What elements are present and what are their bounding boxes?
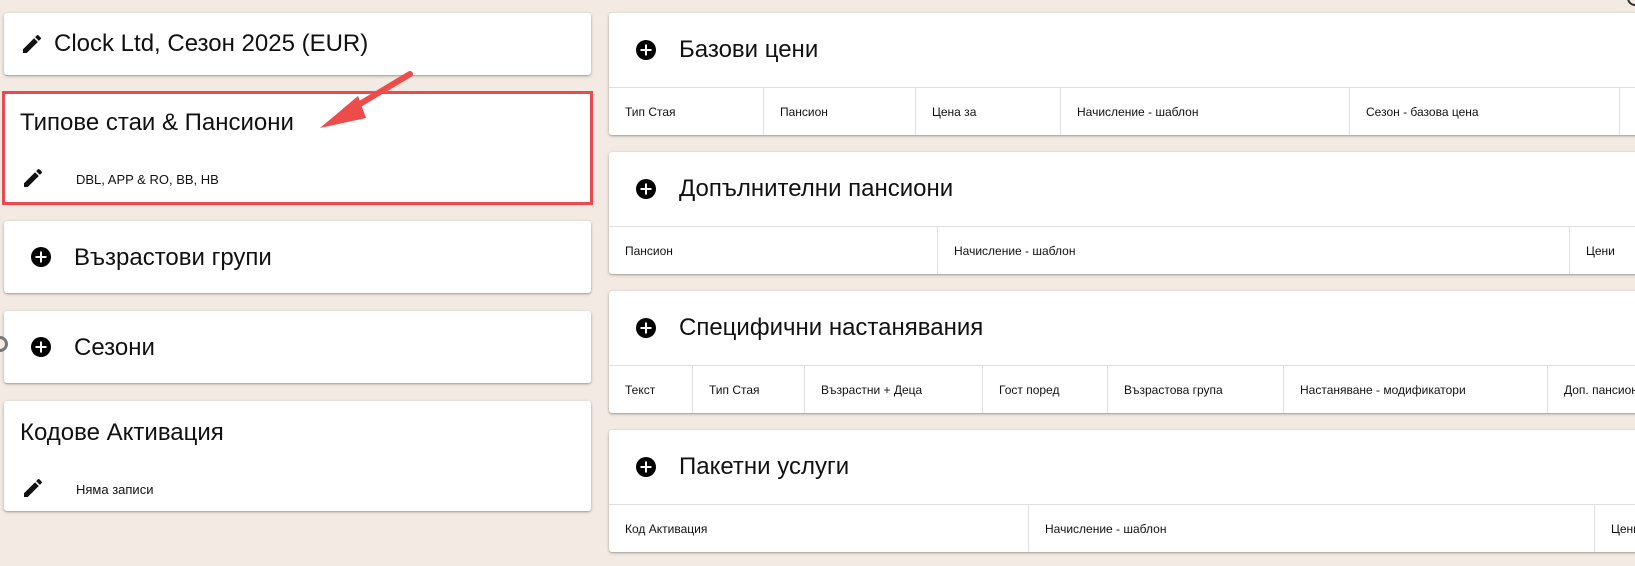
annotation-arrow: [320, 71, 413, 128]
